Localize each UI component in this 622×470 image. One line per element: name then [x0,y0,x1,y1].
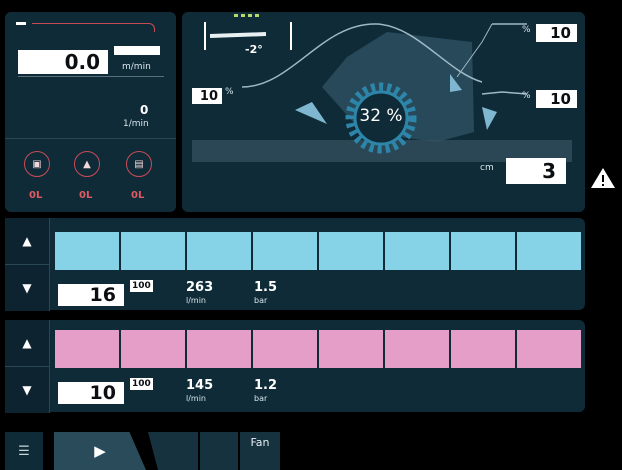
height-unit: cm [480,163,494,173]
section-1-cell-1[interactable] [55,232,119,270]
sensor-2-icon[interactable]: ▲ [74,151,100,177]
status-indicator-bar [16,22,26,25]
section-1-cell-7[interactable] [451,232,515,270]
rpm-value: 0 [140,103,149,117]
center-percent: 32 % [359,106,403,126]
section-2-cell-8[interactable] [517,330,581,368]
sensor-divider [5,138,176,139]
warning-icon[interactable] [590,166,616,190]
section-1-cells [55,232,581,270]
tab-fan[interactable]: Fan [240,432,280,470]
menu-button[interactable]: ☰ [5,432,43,470]
arrow-up-icon: ▲ [22,234,32,248]
rpm-unit: 1/min [123,119,149,129]
section-2-cell-5[interactable] [319,330,383,368]
section-2-cell-1[interactable] [55,330,119,368]
left-percent-value[interactable]: 10 [192,88,222,104]
section-1-cell-3[interactable] [187,232,251,270]
sensor-3-value: 0L [131,190,145,201]
right-mid-percent-value[interactable]: 10 [536,90,577,108]
right-top-percent-unit: % [522,25,531,35]
section-2-pressure-unit: bar [254,394,268,403]
tab-empty-2[interactable] [200,432,238,470]
sensor-2-value: 0L [79,190,93,201]
sensor-1-value: 0L [29,190,43,201]
height-value[interactable]: 3 [506,158,566,184]
section-2-value[interactable]: 10 [58,382,124,404]
section-2-cell-6[interactable] [385,330,449,368]
right-mid-percent-unit: % [522,91,531,101]
section-1-cell-6[interactable] [385,232,449,270]
section-2-cell-3[interactable] [187,330,251,368]
section-1-cell-8[interactable] [517,232,581,270]
section-2-cells [55,330,581,368]
sensor-3-icon[interactable]: ▤ [126,151,152,177]
section-2-up-button[interactable]: ▲ [5,320,50,366]
speed-value[interactable]: 0.0 [18,50,108,74]
section-2-cell-4[interactable] [253,330,317,368]
section-2-cell-7[interactable] [451,330,515,368]
sensor-1-icon[interactable]: ▣ [24,151,50,177]
arrow-down-icon: ▼ [22,281,32,295]
section-2-pressure-value: 1.2 [254,378,278,393]
speed-underline [18,76,164,77]
section-1-pressure-unit: bar [254,296,268,305]
arrow-down-icon: ▼ [22,383,32,397]
status-line [32,23,147,24]
section-2-badge: 100 [130,378,153,390]
tilt-value: -2° [245,43,263,56]
speed-unit: m/min [122,62,151,72]
section-1-badge: 100 [130,280,153,292]
arrow-up-icon: ▲ [22,336,32,350]
section-1-up-button[interactable]: ▲ [5,218,50,264]
speed-unit-bar [114,46,160,55]
menu-icon: ☰ [18,443,30,459]
section-1-cell-4[interactable] [253,232,317,270]
tilt-leds [234,14,260,17]
section-1-cell-2[interactable] [121,232,185,270]
right-top-percent-value[interactable]: 10 [536,24,577,42]
section-1-cell-5[interactable] [319,232,383,270]
section-2-cell-2[interactable] [121,330,185,368]
section-2-flow-value: 145 [186,378,214,393]
section-1-value[interactable]: 16 [58,284,124,306]
section-1-flow-value: 263 [186,280,214,295]
section-2-flow-unit: l/min [186,394,207,403]
tab-empty-1[interactable] [148,432,198,470]
tractor-icon: ▶ [94,442,106,460]
section-1-pressure-value: 1.5 [254,280,278,295]
top-left-panel [5,12,176,212]
status-line-end [146,23,155,32]
tab-fan-label: Fan [250,436,270,449]
section-1-flow-unit: l/min [186,296,207,305]
section-1-down-button[interactable]: ▼ [5,264,50,311]
section-2-down-button[interactable]: ▼ [5,366,50,413]
tab-tractor[interactable]: ▶ [54,432,146,470]
left-percent-unit: % [225,87,234,97]
